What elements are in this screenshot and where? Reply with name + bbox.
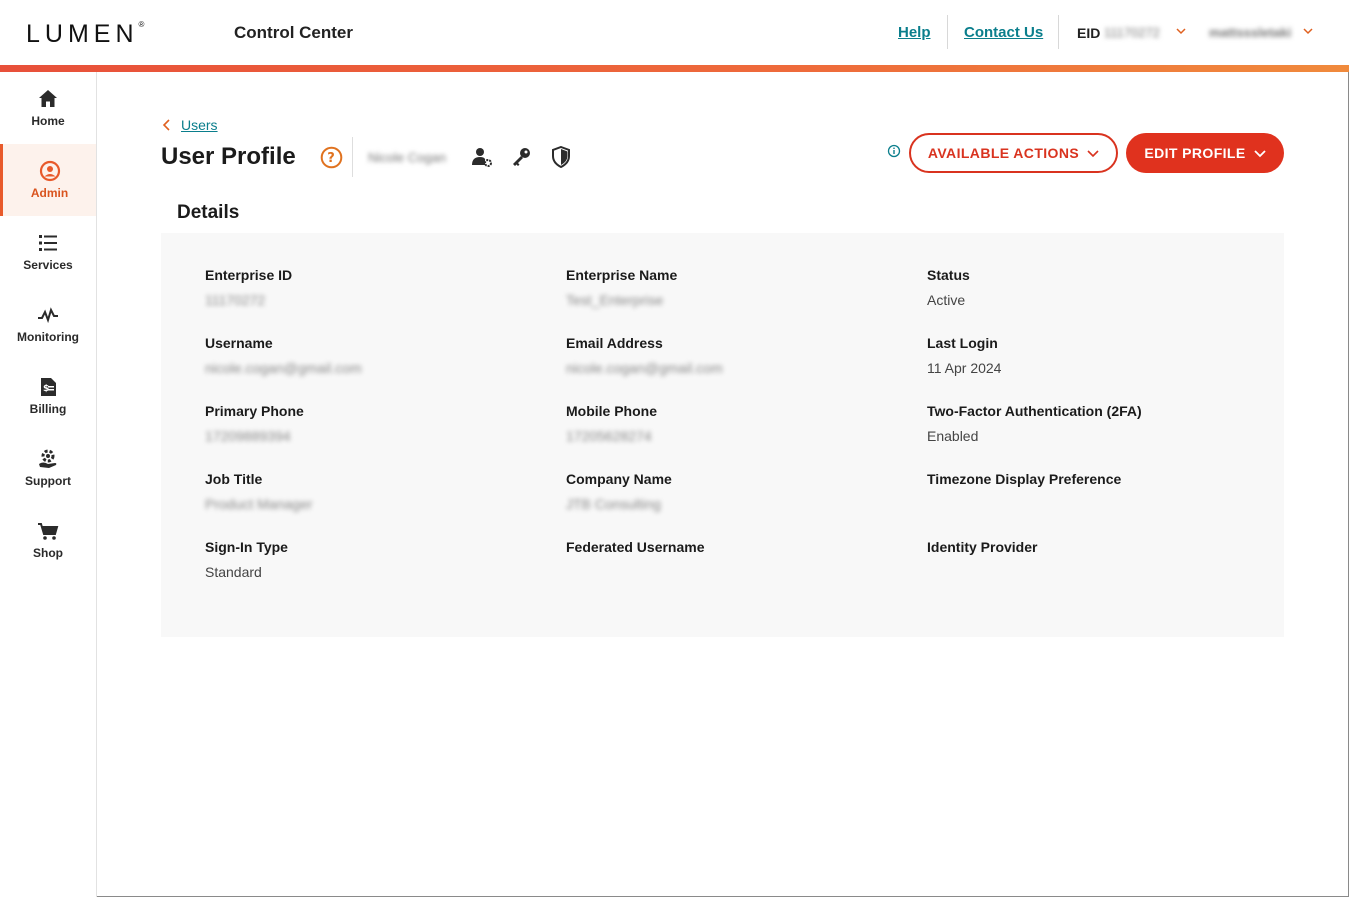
list-icon <box>39 235 57 251</box>
user-circle-icon <box>39 160 60 182</box>
field-identity-provider: Identity Provider <box>927 539 1038 555</box>
home-icon <box>39 90 57 107</box>
info-icon[interactable] <box>887 144 901 158</box>
available-actions-button[interactable]: AVAILABLE ACTIONS <box>909 133 1118 173</box>
help-link[interactable]: Help <box>898 24 931 41</box>
brand-gradient-bar <box>0 65 1349 72</box>
field-sign-in-type: Sign-In Type Standard <box>205 539 288 580</box>
chevron-down-icon[interactable] <box>1176 26 1186 36</box>
sidebar-item-home[interactable]: Home <box>0 72 96 144</box>
invoice-icon: $ <box>41 378 56 396</box>
app-title: Control Center <box>234 23 353 42</box>
eid-selector[interactable]: 11170272 <box>1104 25 1160 40</box>
field-company-name: Company Name JTB Consulting <box>566 471 672 512</box>
field-enterprise-name: Enterprise Name Test_Enterprise <box>566 267 678 308</box>
field-mobile-phone: Mobile Phone 17205628274 <box>566 403 657 444</box>
contact-us-link[interactable]: Contact Us <box>964 24 1043 41</box>
field-enterprise-id: Enterprise ID 11170272 <box>205 267 293 308</box>
field-job-title: Job Title Product Manager <box>205 471 313 512</box>
user-settings-icon[interactable] <box>471 146 493 168</box>
pulse-icon <box>38 307 58 324</box>
field-username: Username nicole.cogan@gmail.com <box>205 335 362 376</box>
breadcrumb-users-link[interactable]: Users <box>181 117 218 133</box>
chevron-down-icon[interactable] <box>1303 26 1313 36</box>
sidebar-item-billing[interactable]: $ Billing <box>0 360 96 432</box>
svg-text:?: ? <box>327 151 335 166</box>
support-icon <box>39 449 57 468</box>
profile-name: Nicole Cogan <box>368 150 447 165</box>
sidebar-item-shop[interactable]: Shop <box>0 504 96 576</box>
sidebar-item-admin[interactable]: Admin <box>0 144 96 216</box>
sidebar-nav: Home Admin Services Monitoring $ Billing <box>0 72 97 897</box>
page-title: User Profile <box>161 143 296 170</box>
help-circle-icon[interactable]: ? <box>320 146 343 169</box>
lumen-logo[interactable]: LUMEN® <box>26 20 144 49</box>
sidebar-item-monitoring[interactable]: Monitoring <box>0 288 96 360</box>
field-two-factor-auth: Two-Factor Authentication (2FA) Enabled <box>927 403 1142 444</box>
sidebar-item-support[interactable]: Support <box>0 432 96 504</box>
details-panel: Enterprise ID 11170272 Enterprise Name T… <box>161 233 1284 637</box>
field-status: Status Active <box>927 267 970 308</box>
user-menu[interactable]: mattsssletaki <box>1209 25 1291 40</box>
field-primary-phone: Primary Phone 17209889394 <box>205 403 304 444</box>
shield-icon[interactable] <box>551 146 571 168</box>
chevron-down-icon <box>1087 150 1099 158</box>
field-federated-username: Federated Username <box>566 539 705 555</box>
header-divider <box>947 15 948 49</box>
chevron-down-icon <box>1253 150 1266 158</box>
key-icon[interactable] <box>511 146 533 168</box>
field-last-login: Last Login 11 Apr 2024 <box>927 335 1002 376</box>
cart-icon <box>38 523 59 540</box>
sidebar-item-services[interactable]: Services <box>0 216 96 288</box>
header-divider <box>1058 15 1059 49</box>
top-header: LUMEN® Control Center Help Contact Us EI… <box>0 0 1349 65</box>
chevron-left-icon[interactable] <box>162 119 172 131</box>
details-heading: Details <box>177 202 240 223</box>
edit-profile-button[interactable]: EDIT PROFILE <box>1126 133 1284 173</box>
eid-label: EID <box>1077 25 1101 41</box>
title-divider <box>352 137 353 177</box>
field-email-address: Email Address nicole.cogan@gmail.com <box>566 335 723 376</box>
field-timezone-preference: Timezone Display Preference <box>927 471 1122 487</box>
